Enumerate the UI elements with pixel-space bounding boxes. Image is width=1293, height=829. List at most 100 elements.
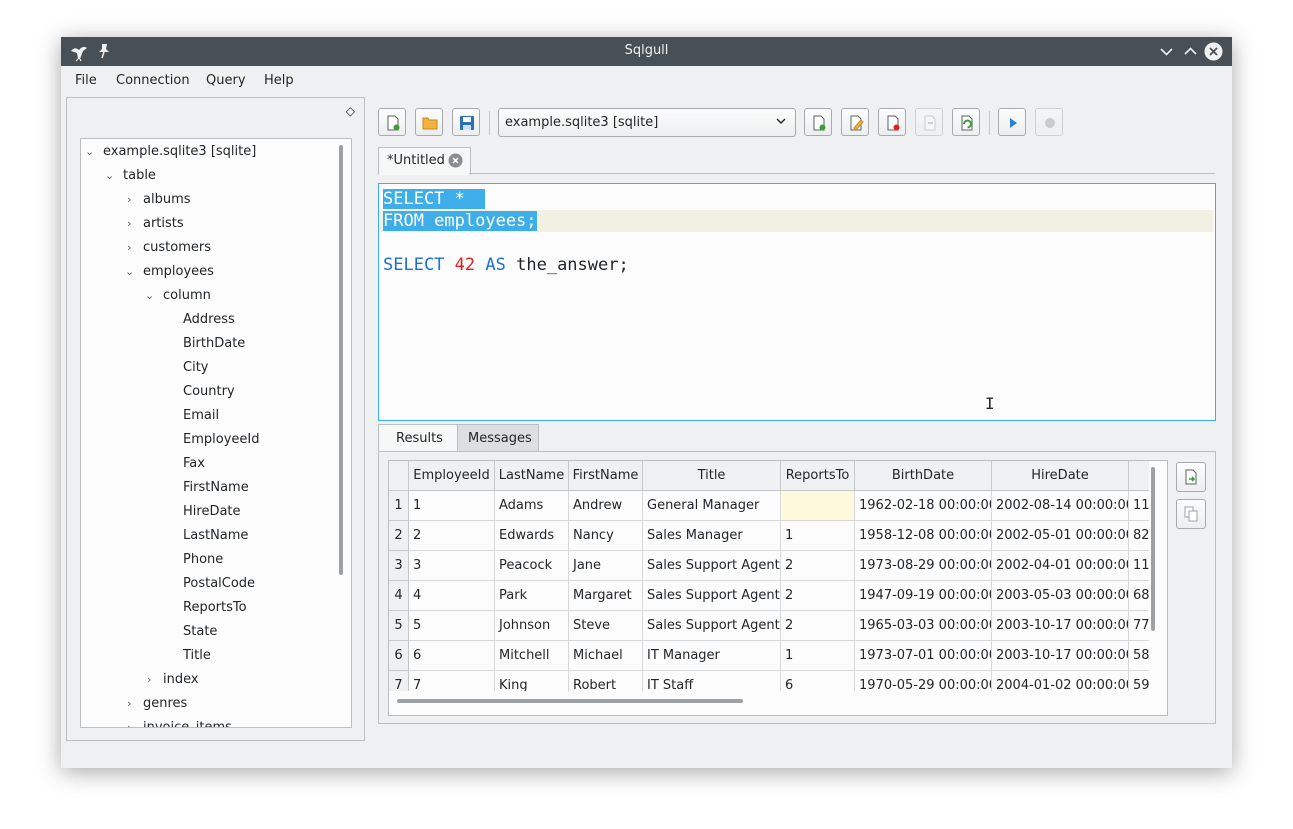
row-number[interactable]: 3: [389, 551, 409, 581]
table-cell[interactable]: 11: [1129, 551, 1149, 581]
title-bar[interactable]: Sqlgull: [61, 37, 1232, 66]
table-cell[interactable]: Robert: [569, 671, 643, 691]
column-header[interactable]: Title: [643, 461, 781, 491]
tree-column-item[interactable]: PostalCode: [183, 573, 255, 595]
table-cell[interactable]: 2003-10-17 00:00:00: [992, 611, 1129, 641]
close-button[interactable]: [1204, 42, 1223, 61]
table-cell[interactable]: 2: [781, 581, 855, 611]
table-cell[interactable]: 582: [1129, 641, 1149, 671]
row-number[interactable]: 7: [389, 671, 409, 691]
table-cell[interactable]: Nancy: [569, 521, 643, 551]
chevron-right-icon[interactable]: ›: [147, 669, 151, 691]
table-cell[interactable]: 2: [781, 611, 855, 641]
table-cell[interactable]: Margaret: [569, 581, 643, 611]
grid-vertical-scrollbar[interactable]: [1151, 467, 1155, 631]
table-cell[interactable]: Johnson: [495, 611, 569, 641]
edit-connection-button[interactable]: [841, 108, 869, 136]
row-number[interactable]: 6: [389, 641, 409, 671]
table-cell[interactable]: 2: [409, 521, 495, 551]
chevron-right-icon[interactable]: ›: [127, 237, 131, 259]
table-cell[interactable]: 772: [1129, 611, 1149, 641]
column-header[interactable]: BirthDate: [855, 461, 992, 491]
column-header[interactable]: HireDate: [992, 461, 1129, 491]
close-tab-icon[interactable]: [448, 153, 463, 172]
execute-button[interactable]: [998, 108, 1026, 136]
grid-corner[interactable]: [389, 461, 409, 491]
copy-results-button[interactable]: [1176, 499, 1206, 529]
column-header[interactable]: FirstName: [569, 461, 643, 491]
tree-column-item[interactable]: Title: [183, 645, 211, 667]
row-number[interactable]: 2: [389, 521, 409, 551]
table-cell[interactable]: 2: [781, 551, 855, 581]
table-cell[interactable]: Michael: [569, 641, 643, 671]
chevron-down-icon[interactable]: ⌄: [145, 285, 154, 307]
row-number[interactable]: 5: [389, 611, 409, 641]
table-cell[interactable]: 2003-10-17 00:00:00: [992, 641, 1129, 671]
table-cell[interactable]: 11: [1129, 491, 1149, 521]
table-cell[interactable]: Steve: [569, 611, 643, 641]
chevron-right-icon[interactable]: ›: [127, 693, 131, 715]
row-number[interactable]: 1: [389, 491, 409, 521]
remove-connection-button[interactable]: [878, 108, 906, 136]
save-button[interactable]: [452, 108, 480, 136]
table-cell[interactable]: 3: [409, 551, 495, 581]
table-cell[interactable]: 683: [1129, 581, 1149, 611]
refresh-connection-button[interactable]: [952, 108, 980, 136]
tree-column-item[interactable]: FirstName: [183, 477, 249, 499]
dock-float-icon[interactable]: ◇: [346, 104, 355, 118]
table-cell[interactable]: Park: [495, 581, 569, 611]
table-cell[interactable]: 5: [409, 611, 495, 641]
table-cell[interactable]: 590: [1129, 671, 1149, 691]
results-table[interactable]: EmployeeId LastName FirstName Title ReportsT…: [388, 460, 1168, 716]
add-connection-button[interactable]: [804, 108, 832, 136]
tree-column-item[interactable]: EmployeeId: [183, 429, 259, 451]
tree-column-item[interactable]: Address: [183, 309, 235, 331]
menu-query[interactable]: Query: [206, 73, 246, 88]
tree-column-item[interactable]: Email: [183, 405, 219, 427]
table-cell[interactable]: 2002-08-14 00:00:00: [992, 491, 1129, 521]
table-cell[interactable]: Sales Manager: [643, 521, 781, 551]
table-cell[interactable]: Mitchell: [495, 641, 569, 671]
column-header[interactable]: LastName: [495, 461, 569, 491]
tree-column-item[interactable]: Fax: [183, 453, 205, 475]
tree-column-item[interactable]: BirthDate: [183, 333, 245, 355]
tab-untitled[interactable]: *Untitled: [378, 147, 471, 175]
export-results-button[interactable]: [1176, 462, 1206, 492]
row-number[interactable]: 4: [389, 581, 409, 611]
table-cell[interactable]: 1947-09-19 00:00:00: [855, 581, 992, 611]
new-query-button[interactable]: [378, 108, 406, 136]
chevron-down-icon[interactable]: ⌄: [85, 141, 94, 163]
table-cell[interactable]: 2002-04-01 00:00:00: [992, 551, 1129, 581]
table-cell[interactable]: General Manager: [643, 491, 781, 521]
table-cell[interactable]: 2004-01-02 00:00:00: [992, 671, 1129, 691]
tree-column-item[interactable]: HireDate: [183, 501, 241, 523]
stop-button[interactable]: [1035, 108, 1063, 136]
menu-file[interactable]: File: [75, 73, 97, 88]
table-cell[interactable]: Jane: [569, 551, 643, 581]
column-header[interactable]: EmployeeId: [409, 461, 495, 491]
disconnect-button[interactable]: [915, 108, 943, 136]
table-cell[interactable]: 1: [781, 641, 855, 671]
table-cell[interactable]: IT Manager: [643, 641, 781, 671]
tab-results[interactable]: Results: [378, 424, 458, 452]
chevron-down-icon[interactable]: ⌄: [125, 261, 134, 283]
chevron-right-icon[interactable]: ›: [127, 213, 131, 235]
connection-select[interactable]: example.sqlite3 [sqlite]: [498, 108, 796, 137]
table-cell[interactable]: 1965-03-03 00:00:00: [855, 611, 992, 641]
table-cell[interactable]: 1973-07-01 00:00:00: [855, 641, 992, 671]
table-cell[interactable]: 825: [1129, 521, 1149, 551]
table-cell[interactable]: 2003-05-03 00:00:00: [992, 581, 1129, 611]
sql-editor[interactable]: SELECT * FROM employees; SELECT 42 AS th…: [378, 183, 1216, 421]
open-file-button[interactable]: [415, 108, 443, 136]
maximize-button[interactable]: [1181, 42, 1200, 61]
minimize-button[interactable]: [1157, 42, 1176, 61]
tree-column-item[interactable]: LastName: [183, 525, 248, 547]
column-header[interactable]: ReportsTo: [781, 461, 855, 491]
schema-tree[interactable]: ⌄ example.sqlite3 [sqlite] ⌄ table › alb…: [80, 138, 352, 728]
table-cell[interactable]: 1962-02-18 00:00:00: [855, 491, 992, 521]
chevron-right-icon[interactable]: ›: [127, 717, 131, 727]
tree-scrollbar[interactable]: [339, 145, 343, 575]
table-cell[interactable]: 1973-08-29 00:00:00: [855, 551, 992, 581]
table-cell[interactable]: 1970-05-29 00:00:00: [855, 671, 992, 691]
table-cell[interactable]: Sales Support Agent: [643, 551, 781, 581]
